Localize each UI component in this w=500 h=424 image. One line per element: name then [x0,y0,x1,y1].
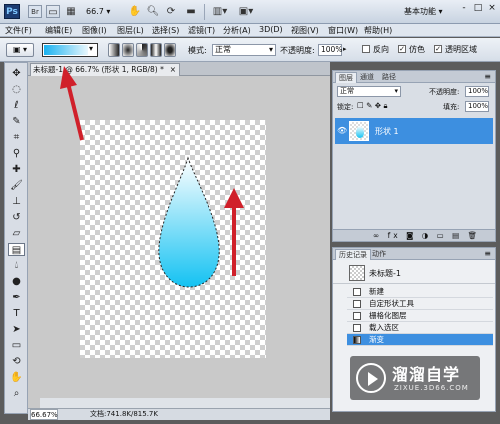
history-item[interactable]: 栅格化图层 [347,310,493,322]
history-snapshot-row[interactable]: 未标题-1 [333,262,495,284]
history-item[interactable]: 自定形状工具 [347,298,493,310]
layer-row-shape-1[interactable]: 👁︎ 形状 1 [335,118,493,144]
layers-panel-footer: ∞ fx ◙ ◑ ▭ ▤ 🗑︎ [333,229,495,241]
history-document-icon [353,300,361,308]
panel-menu-icon[interactable]: ≡ [484,72,491,81]
tab-layers[interactable]: 图层 [335,72,357,83]
status-bar: 66.67% 文档:741.8K/815.7K [28,408,330,420]
layer-thumbnail [349,121,369,141]
watermark-brand: 溜溜自学 [392,365,461,384]
layer-opacity-input[interactable]: 100% [465,86,489,97]
fill-label: 填充: [443,103,460,111]
lock-icons[interactable]: ☐ ✎ ✥ 🔒︎ [357,101,387,111]
annotation-arrow-left [60,66,84,141]
layer-opacity-label: 不透明度: [429,88,460,96]
history-panel-tabs: 历史记录 动作 ≡ [333,248,495,260]
history-item-label: 自定形状工具 [369,299,414,308]
horizontal-scrollbar[interactable] [40,398,330,408]
zoom-status[interactable]: 66.67% [30,409,58,420]
tab-paths[interactable]: 路径 [379,72,399,83]
watermark-play-icon [356,363,386,393]
lock-label: 锁定: [337,103,354,111]
history-document-icon [353,288,361,296]
fill-value: 100% [468,102,489,110]
layer-name: 形状 1 [375,127,399,136]
history-document-icon [353,324,361,332]
water-drop-shape[interactable] [158,156,220,288]
history-item-label: 新建 [369,287,384,296]
watermark-url: ZIXUE.3D66.COM [394,384,469,392]
layers-panel: 图层 通道 路径 ≡ 正常 ▾ 不透明度: 100% 锁定: ☐ ✎ ✥ 🔒︎ 填… [332,70,496,242]
snapshot-name: 未标题-1 [369,269,401,278]
history-item[interactable]: 载入选区 [347,322,493,334]
history-item[interactable]: 新建 [347,286,493,298]
layer-footer-icons[interactable]: ∞ fx ◙ ◑ ▭ ▤ 🗑︎ [373,231,480,240]
blend-mode-value: 正常 [340,87,354,95]
history-item-label: 渐变 [369,335,384,344]
tab-history[interactable]: 历史记录 [335,249,371,260]
history-item-selected[interactable]: 渐变 [347,334,493,346]
visibility-eye-icon[interactable]: 👁︎ [337,126,347,135]
history-item-label: 栅格化图层 [369,311,407,320]
fill-input[interactable]: 100% [465,101,489,112]
history-gradient-icon [353,336,361,344]
layers-panel-tabs: 图层 通道 路径 ≡ [333,71,495,83]
watermark: 溜溜自学 ZIXUE.3D66.COM [350,356,480,400]
layer-opacity-value: 100% [468,87,489,95]
tab-actions[interactable]: 动作 [369,249,389,260]
history-item-label: 载入选区 [369,323,399,332]
history-document-icon [353,312,361,320]
annotation-arrow-right [224,188,244,276]
tab-channels[interactable]: 通道 [357,72,377,83]
blend-mode-select[interactable]: 正常 ▾ [337,86,401,97]
document-size-status: 文档:741.8K/815.7K [90,410,158,418]
snapshot-thumbnail [349,265,365,281]
panel-menu-icon[interactable]: ≡ [484,249,491,258]
